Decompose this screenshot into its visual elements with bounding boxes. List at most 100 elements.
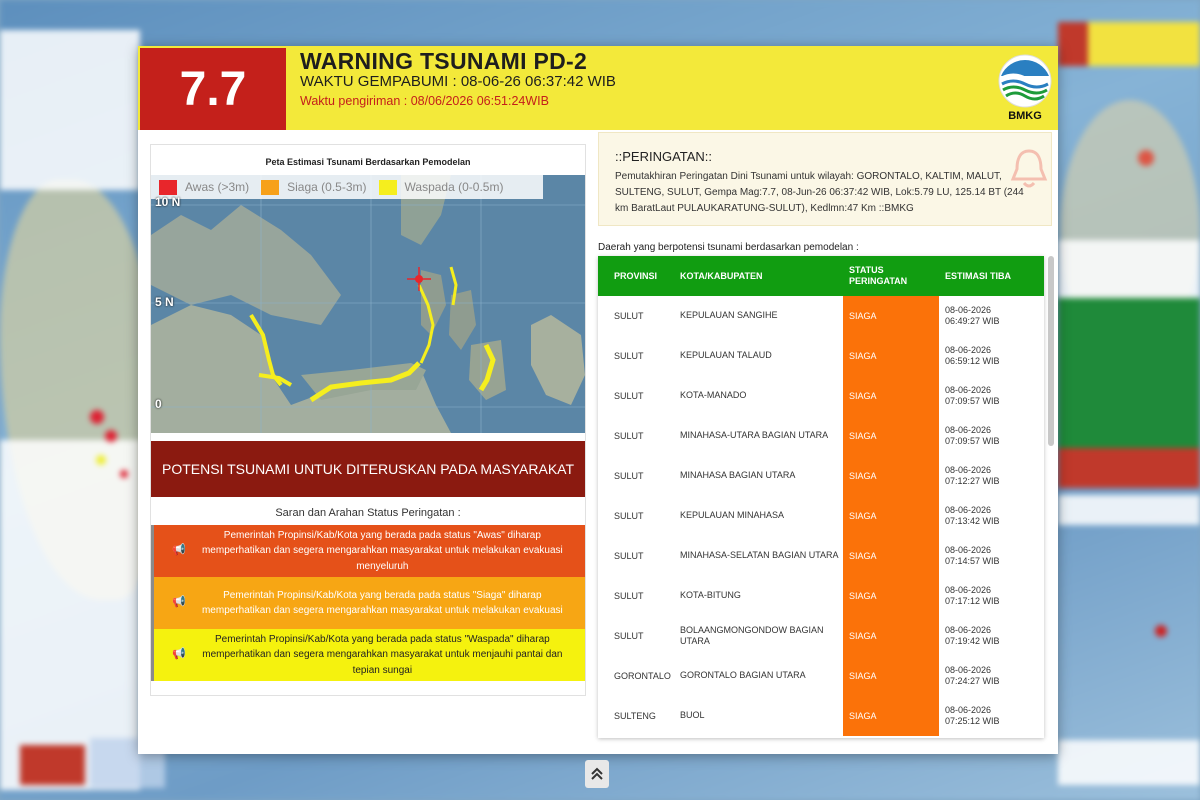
quake-time: WAKTU GEMPABUMI : 08-06-26 06:37:42 WIB [300,73,616,90]
cell-time: 07:17:12 WIB [945,596,1000,606]
table-row: SULUT BOLAANGMONGONDOW BAGIAN UTARA SIAGA 0… [598,616,1044,656]
map-legend: Awas (>3m) Siaga (0.5-3m) Waspada (0-0.5… [151,175,543,199]
cell-kota: KEPULAUAN MINAHASA [680,510,785,521]
cell-time: 07:19:42 WIB [945,636,1000,646]
lat-label-0: 0 [155,397,162,411]
table-header: PROVINSI KOTA/KABUPATEN STATUS PERINGATA… [598,256,1044,296]
cell-status: SIAGA [843,696,939,736]
table-row: SULTENG BUOL SIAGA 08-06-2026 07:25:12 WIB [598,696,1044,736]
table-row: SULUT MINAHASA-UTARA BAGIAN UTARA SIAGA 08-… [598,416,1044,456]
cell-kota: KOTA-MANADO [680,390,747,401]
cell-status: SIAGA [843,336,939,376]
bmkg-logo-icon [998,54,1052,108]
cell-estimasi: 08-06-2026 06:49:27 WIB [945,296,1000,336]
cell-date: 08-06-2026 [945,304,992,315]
cell-status: SIAGA [843,376,939,416]
cell-provinsi: GORONTALO [614,671,671,681]
map-title: Peta Estimasi Tsunami Berdasarkan Pemode… [265,157,471,167]
cell-date: 08-06-2026 [945,504,992,515]
cell-provinsi: SULTENG [614,711,656,721]
advice-siaga-text: Pemerintah Propinsi/Kab/Kota yang berada… [201,589,563,617]
map-section: Peta Estimasi Tsunami Berdasarkan Pemode… [150,144,586,696]
cell-time: 07:25:12 WIB [945,716,1000,726]
cell-time: 07:09:57 WIB [945,396,1000,406]
cell-kota: KEPULAUAN SANGIHE [680,310,778,321]
cell-kota: MINAHASA-UTARA BAGIAN UTARA [680,430,829,441]
cell-status: SIAGA [843,576,939,616]
cell-provinsi: SULUT [614,351,644,361]
cell-time: 07:14:57 WIB [945,556,1000,566]
cell-kota: KEPULAUAN TALAUD [680,350,772,361]
potensi-banner: POTENSI TSUNAMI UNTUK DITERUSKAN PADA MA… [151,441,585,497]
table-row: SULUT KEPULAUAN SANGIHE SIAGA 08-06-2026 06:… [598,296,1044,336]
cell-estimasi: 08-06-2026 07:14:57 WIB [945,536,1000,576]
map-image [151,175,585,433]
advice-siaga: 📢 Pemerintah Propinsi/Kab/Kota yang bera… [151,577,585,629]
tsunami-map[interactable]: Awas (>3m) Siaga (0.5-3m) Waspada (0-0.5… [151,175,585,433]
header-provinsi: PROVINSI [614,271,658,281]
cell-date: 08-06-2026 [945,464,992,475]
cell-time: 07:24:27 WIB [945,676,1000,686]
table-row: SULUT KOTA-BITUNG SIAGA 08-06-2026 07:17:12 … [598,576,1044,616]
cell-estimasi: 08-06-2026 07:24:27 WIB [945,656,1000,696]
cell-date: 08-06-2026 [945,624,992,635]
cell-status: SIAGA [843,496,939,536]
advice-waspada-text: Pemerintah Propinsi/Kab/Kota yang berada… [202,633,563,676]
advice-awas: 📢 Pemerintah Propinsi/Kab/Kota yang bera… [151,525,585,577]
cell-date: 08-06-2026 [945,344,992,355]
cell-kota: BOLAANGMONGONDOW BAGIAN UTARA [680,624,824,646]
cell-date: 08-06-2026 [945,664,992,675]
sent-time: Waktu pengiriman : 08/06/2026 06:51:24WI… [300,94,549,108]
logo-text: BMKG [1008,110,1042,122]
cell-provinsi: SULUT [614,511,644,521]
cell-date: 08-06-2026 [945,704,992,715]
cell-estimasi: 08-06-2026 07:19:42 WIB [945,616,1000,656]
advice-awas-text: Pemerintah Propinsi/Kab/Kota yang berada… [201,529,563,572]
table-row: SULUT MINAHASA BAGIAN UTARA SIAGA 08-06-202… [598,456,1044,496]
cell-estimasi: 08-06-2026 07:09:57 WIB [945,416,1000,456]
peringatan-body: Pemutakhiran Peringatan Dini Tsunami unt… [615,171,1024,214]
cell-kota: MINAHASA BAGIAN UTARA [680,470,796,481]
cell-kota: KOTA-BITUNG [680,590,741,601]
cell-time: 07:12:27 WIB [945,476,1000,486]
cell-estimasi: 08-06-2026 06:59:12 WIB [945,336,1000,376]
tsunami-warning-panel: 7.7 WARNING TSUNAMI PD-2 WAKTU GEMPABUMI… [138,46,1058,754]
warning-title: WARNING TSUNAMI PD-2 [300,48,588,74]
scroll-up-button[interactable] [585,760,609,788]
cell-time: 07:09:57 WIB [945,436,1000,446]
saran-title: Saran dan Arahan Status Peringatan : [275,507,461,519]
cell-kota: BUOL [680,710,705,721]
legend-siaga-swatch [261,179,280,195]
cell-time: 07:13:42 WIB [945,516,1000,526]
cell-kota: GORONTALO BAGIAN UTARA [680,670,806,681]
header-kota: KOTA/KABUPATEN [680,271,763,281]
legend-awas: Awas (>3m) [185,180,250,194]
lat-label-5n: 5 N [155,295,174,309]
legend-waspada: Waspada (0-0.5m) [404,180,504,194]
table-row: SULUT MINAHASA-SELATAN BAGIAN UTARA SIAGA 0… [598,536,1044,576]
table-row: SULUT KEPULAUAN MINAHASA SIAGA 08-06-2026 07… [598,496,1044,536]
cell-time: 06:59:12 WIB [945,356,1000,366]
cell-status: SIAGA [843,616,939,656]
advice-waspada: 📢 Pemerintah Propinsi/Kab/Kota yang bera… [151,629,585,681]
cell-estimasi: 08-06-2026 07:12:27 WIB [945,456,1000,496]
cell-status: SIAGA [843,296,939,336]
table-scrollbar[interactable] [1048,256,1054,446]
legend-siaga: Siaga (0.5-3m) [287,180,367,194]
cell-provinsi: SULUT [614,551,644,561]
cell-estimasi: 08-06-2026 07:09:57 WIB [945,376,1000,416]
megaphone-icon: 📢 [172,648,186,661]
lat-label-10n: 10 N [155,195,181,209]
peringatan-title: ::PERINGATAN:: [615,149,713,164]
bell-icon [1010,149,1048,188]
megaphone-icon: 📢 [172,596,186,609]
header-status: STATUS PERINGATAN [849,265,908,286]
cell-date: 08-06-2026 [945,424,992,435]
cell-provinsi: SULUT [614,391,644,401]
cell-estimasi: 08-06-2026 07:13:42 WIB [945,496,1000,536]
cell-date: 08-06-2026 [945,544,992,555]
legend-waspada-swatch [378,179,397,195]
magnitude-badge: 7.7 [140,48,286,130]
cell-provinsi: SULUT [614,471,644,481]
daerah-label: Daerah yang berpotensi tsunami berdasark… [598,242,859,253]
